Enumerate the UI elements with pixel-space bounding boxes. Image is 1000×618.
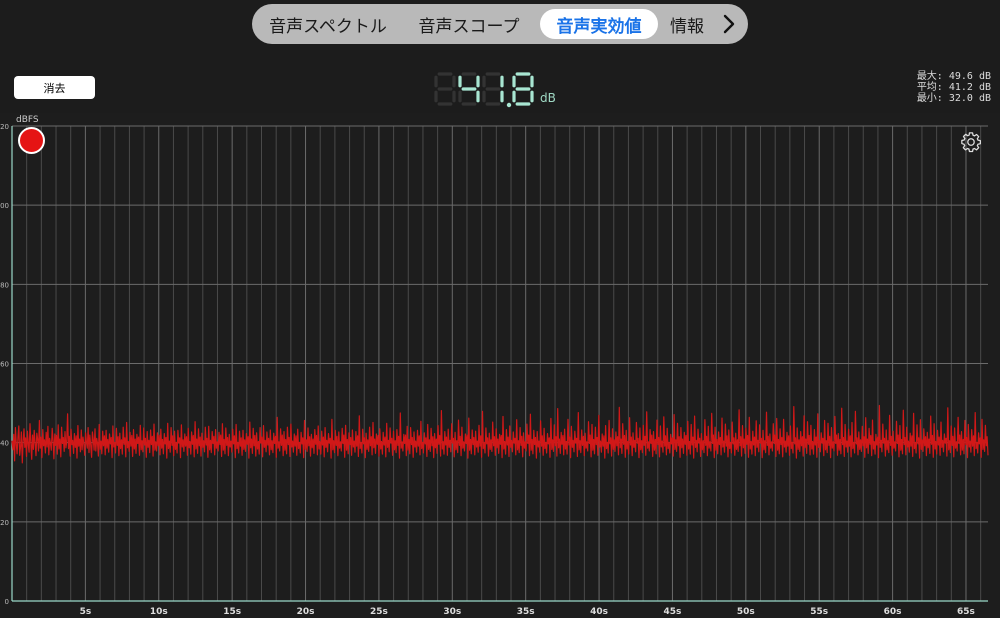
tab-audio-spectrum[interactable]: 音声スペクトル bbox=[258, 9, 398, 39]
x-tick-label: 25s bbox=[370, 607, 388, 617]
x-tick-label: 45s bbox=[664, 607, 682, 617]
x-tick-label: 10s bbox=[150, 607, 168, 617]
tab-audio-rms[interactable]: 音声実効値 bbox=[540, 9, 658, 39]
x-tick-label: 5s bbox=[80, 607, 92, 617]
y-tick-label: 60 bbox=[0, 361, 9, 369]
tab-audio-scope[interactable]: 音声スコープ bbox=[398, 9, 540, 39]
stat-max: 最大: 49.6 dB bbox=[916, 71, 991, 82]
y-tick-label: 20 bbox=[0, 519, 9, 527]
x-tick-label: 65s bbox=[957, 607, 975, 617]
x-tick-label: 60s bbox=[884, 607, 902, 617]
lcd-digit bbox=[458, 72, 480, 106]
x-tick-label: 40s bbox=[590, 607, 608, 617]
clear-button[interactable]: 消去 bbox=[14, 76, 95, 99]
lcd-decimal-point bbox=[506, 102, 512, 108]
chevron-right-icon[interactable] bbox=[716, 9, 742, 39]
y-tick-label: 80 bbox=[0, 281, 9, 289]
record-button[interactable] bbox=[18, 127, 45, 154]
rms-chart-svg: 0 20 40 60 80 100 120 5s 10s 15s 20s 25s 30s 35s 40s 45… bbox=[0, 113, 1000, 618]
x-tick-label: 15s bbox=[223, 607, 241, 617]
stat-avg: 平均: 41.2 dB bbox=[916, 82, 991, 93]
x-tick-label: 35s bbox=[517, 607, 535, 617]
stat-min: 最小: 32.0 dB bbox=[916, 93, 991, 104]
y-axis-label: dBFS bbox=[16, 115, 39, 125]
stats-panel: 最大: 49.6 dB 平均: 41.2 dB 最小: 32.0 dB bbox=[917, 71, 991, 104]
tab-info[interactable]: 情報 bbox=[658, 9, 716, 39]
y-tick-label: 100 bbox=[0, 202, 9, 210]
y-tick-label: 0 bbox=[5, 598, 9, 606]
rms-chart: 0 20 40 60 80 100 120 5s 10s 15s 20s 25s 30s 35s 40s 45… bbox=[0, 113, 1000, 618]
x-tick-label: 50s bbox=[737, 607, 755, 617]
y-tick-label: 120 bbox=[0, 123, 9, 131]
lcd-digit bbox=[434, 72, 456, 106]
view-segmented-control: 音声スペクトル 音声スコープ 音声実効値 情報 bbox=[252, 4, 748, 44]
lcd-digit bbox=[512, 72, 534, 106]
x-tick-label: 20s bbox=[297, 607, 315, 617]
y-tick-label: 40 bbox=[0, 440, 9, 448]
lcd-digit bbox=[482, 72, 504, 106]
readout-unit: dB bbox=[540, 91, 556, 105]
gear-icon[interactable] bbox=[960, 131, 982, 153]
x-tick-label: 55s bbox=[810, 607, 828, 617]
x-tick-label: 30s bbox=[443, 607, 461, 617]
